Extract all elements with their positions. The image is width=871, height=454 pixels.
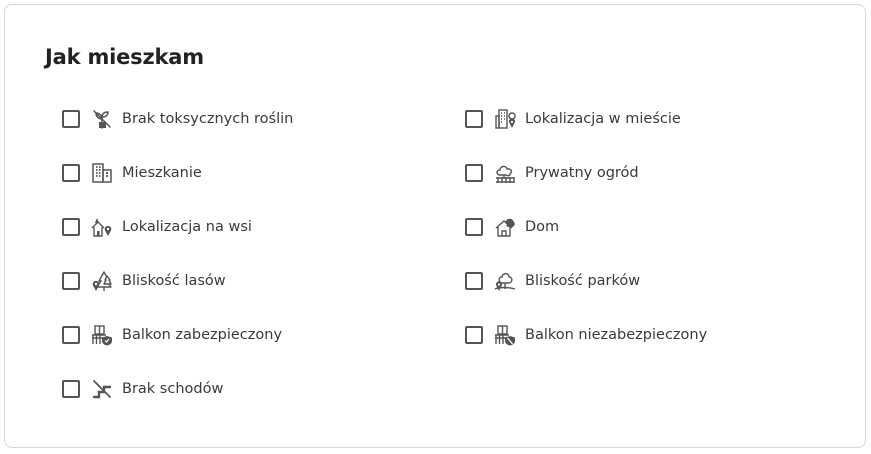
private-garden-icon (494, 162, 516, 184)
unsecured-balcony-icon (494, 324, 516, 346)
park-nearby-icon (494, 270, 516, 292)
option-apartment[interactable]: Mieszkanie (62, 159, 202, 187)
option-no-stairs[interactable]: Brak schodów (62, 375, 223, 403)
living-conditions-card: Jak mieszkam Brak toksycznych roślin Lok… (4, 4, 866, 448)
section-title: Jak mieszkam (45, 45, 204, 69)
option-secured-balcony[interactable]: Balkon zabezpieczony (62, 321, 282, 349)
option-label: Prywatny ogród (525, 165, 639, 181)
option-label: Brak schodów (122, 381, 224, 397)
checkbox[interactable] (465, 218, 483, 236)
checkbox[interactable] (62, 272, 80, 290)
option-label: Brak toksycznych roślin (122, 111, 294, 127)
option-label: Lokalizacja w mieście (525, 111, 681, 127)
checkbox[interactable] (465, 110, 483, 128)
option-label: Bliskość lasów (122, 273, 226, 289)
secured-balcony-icon (91, 324, 113, 346)
checkbox[interactable] (465, 164, 483, 182)
no-toxic-plants-icon (91, 108, 113, 130)
village-location-icon (91, 216, 113, 238)
option-forest-nearby[interactable]: Bliskość lasów (62, 267, 226, 295)
option-label: Balkon zabezpieczony (122, 327, 283, 343)
option-label: Bliskość parków (525, 273, 641, 289)
checkbox[interactable] (465, 272, 483, 290)
checkbox[interactable] (62, 380, 80, 398)
checkbox[interactable] (62, 218, 80, 236)
option-label: Dom (525, 219, 560, 235)
no-stairs-icon (91, 378, 113, 400)
checkbox[interactable] (62, 164, 80, 182)
option-unsecured-balcony[interactable]: Balkon niezabezpieczony (465, 321, 707, 349)
option-village-location[interactable]: Lokalizacja na wsi (62, 213, 252, 241)
house-icon (494, 216, 516, 238)
option-city-location[interactable]: Lokalizacja w mieście (465, 105, 681, 133)
option-no-toxic-plants[interactable]: Brak toksycznych roślin (62, 105, 293, 133)
option-label: Lokalizacja na wsi (122, 219, 252, 235)
option-label: Mieszkanie (122, 165, 202, 181)
option-house[interactable]: Dom (465, 213, 559, 241)
apartment-building-icon (91, 162, 113, 184)
checkbox[interactable] (465, 326, 483, 344)
forest-nearby-icon (91, 270, 113, 292)
option-park-nearby[interactable]: Bliskość parków (465, 267, 640, 295)
option-private-garden[interactable]: Prywatny ogród (465, 159, 639, 187)
checkbox[interactable] (62, 326, 80, 344)
checkbox[interactable] (62, 110, 80, 128)
city-location-icon (494, 108, 516, 130)
option-label: Balkon niezabezpieczony (525, 327, 708, 343)
